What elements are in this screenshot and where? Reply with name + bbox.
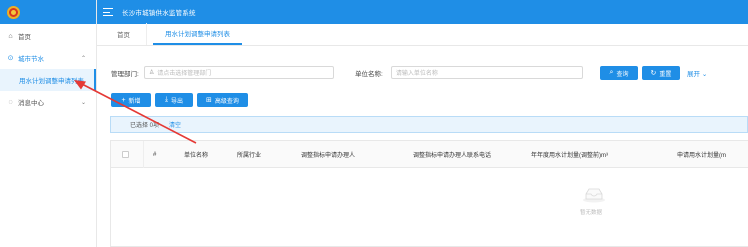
unit-name-input[interactable]: 请输入单位名称 bbox=[390, 66, 583, 79]
dept-select[interactable]: ♙ 请点击选择管理部门 bbox=[143, 66, 334, 79]
user-icon: ♙ bbox=[148, 70, 155, 76]
advanced-search-button[interactable]: ⊞ 高级查询 bbox=[197, 93, 248, 107]
search-icon: ⌕ bbox=[609, 69, 614, 76]
emblem-icon bbox=[7, 5, 20, 19]
logo-area bbox=[0, 0, 96, 24]
chevron-down-icon: ⌄ bbox=[80, 99, 86, 106]
chevron-down-icon: ⌄ bbox=[701, 71, 708, 78]
col-plan-before: 年年度用水计划量(调整前)m³ bbox=[531, 153, 608, 159]
empty-box-icon bbox=[583, 188, 605, 203]
export-button-label: 导出 bbox=[171, 98, 184, 105]
reset-button-label: 重置 bbox=[659, 71, 672, 78]
chevron-up-icon: ⌃ bbox=[80, 55, 86, 62]
sidebar-item-label: 消息中心 bbox=[18, 100, 44, 107]
column-divider bbox=[143, 141, 144, 168]
tab-plan-adjust-list[interactable]: 用水计划调整申请列表 bbox=[153, 23, 242, 45]
dept-placeholder: 请点击选择管理部门 bbox=[157, 71, 212, 77]
message-icon: ◌ bbox=[8, 98, 13, 106]
tab-bar: 首页 用水计划调整申请列表 bbox=[97, 23, 748, 46]
sidebar-item-home[interactable]: ⌂ 首页 bbox=[0, 25, 96, 47]
plus-icon: + bbox=[121, 96, 126, 104]
sidebar-subitem-plan-adjust-list[interactable]: 用水计划调整申请列表 bbox=[0, 69, 96, 91]
add-button[interactable]: + 新增 bbox=[111, 93, 151, 107]
clear-selection-link[interactable]: 清空 bbox=[169, 120, 181, 129]
dept-label: 管理部门: bbox=[111, 70, 139, 78]
col-plan-requested: 申请用水计划量(m bbox=[677, 153, 726, 159]
sidebar-item-label: 城市节水 bbox=[18, 56, 44, 63]
col-handler-phone: 调整指标申请办理人联系电话 bbox=[413, 153, 492, 159]
sidebar: ⌂ 首页 ⊙ 城市节水 ⌃ 用水计划调整申请列表 ◌ 消息中心 ⌄ bbox=[0, 0, 97, 247]
settings-icon: ⊙ bbox=[7, 55, 14, 62]
advanced-search-label: 高级查询 bbox=[214, 98, 239, 105]
select-all-checkbox[interactable] bbox=[122, 151, 129, 158]
dept-filter: 管理部门: ♙ 请点击选择管理部门 bbox=[111, 66, 334, 79]
add-button-label: 新增 bbox=[128, 98, 141, 105]
unit-filter: 单位名称: 请输入单位名称 bbox=[355, 66, 583, 79]
home-icon: ⌂ bbox=[8, 32, 13, 40]
menu-toggle-icon[interactable] bbox=[103, 8, 113, 16]
sidebar-item-messages[interactable]: ◌ 消息中心 ⌄ bbox=[0, 91, 96, 113]
col-industry: 所属行业 bbox=[237, 153, 262, 159]
select-all-cell bbox=[122, 141, 129, 168]
unit-placeholder: 请输入单位名称 bbox=[395, 71, 438, 77]
sidebar-subitem-label: 用水计划调整申请列表 bbox=[19, 78, 84, 85]
col-handler: 调整指标申请办理人 bbox=[301, 153, 356, 159]
search-button-label: 查询 bbox=[616, 71, 629, 78]
col-index: # bbox=[153, 151, 157, 158]
data-table: # 单位名称 所属行业 调整指标申请办理人 调整指标申请办理人联系电话 年年度用… bbox=[110, 140, 748, 247]
selected-count: 已选择 0项 bbox=[130, 123, 160, 129]
sidebar-item-water-saving[interactable]: ⊙ 城市节水 ⌃ bbox=[0, 47, 96, 69]
filter-icon: ⊞ bbox=[206, 97, 212, 104]
reset-button[interactable]: ↻ 重置 bbox=[642, 66, 680, 80]
tab-home[interactable]: 首页 bbox=[97, 23, 147, 45]
download-icon: ⤓ bbox=[164, 96, 169, 103]
app-title: 长沙市城镇供水监管系统 bbox=[122, 10, 196, 17]
sidebar-item-label: 首页 bbox=[18, 34, 31, 41]
table-header: # 单位名称 所属行业 调整指标申请办理人 调整指标申请办理人联系电话 年年度用… bbox=[111, 141, 748, 168]
expand-label: 展开 bbox=[687, 71, 700, 78]
top-bar: 长沙市城镇供水监管系统 bbox=[97, 0, 748, 24]
empty-state-label: 暂无数据 bbox=[580, 210, 603, 216]
col-unit-name: 单位名称 bbox=[184, 153, 209, 159]
search-button[interactable]: ⌕ 查询 bbox=[600, 66, 638, 80]
expand-toggle[interactable]: 展开 ⌄ bbox=[687, 68, 707, 78]
export-button[interactable]: ⤓ 导出 bbox=[155, 93, 193, 107]
unit-label: 单位名称: bbox=[355, 70, 383, 78]
refresh-icon: ↻ bbox=[650, 70, 657, 77]
selection-notice: 已选择 0项 清空 bbox=[110, 116, 748, 133]
